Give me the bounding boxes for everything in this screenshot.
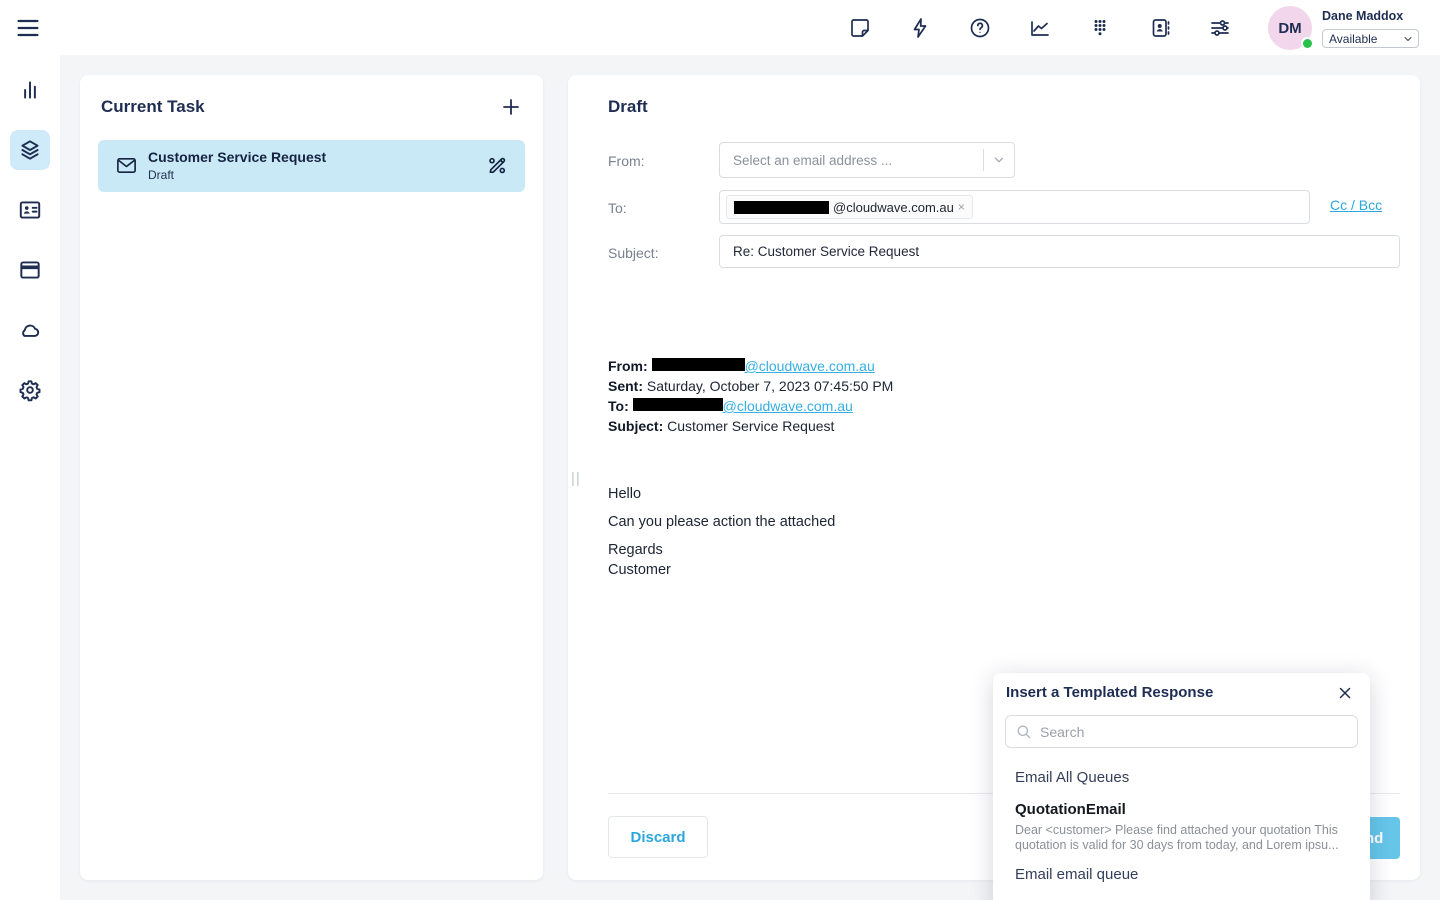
left-nav-rail	[0, 55, 60, 900]
status-dot	[1301, 37, 1314, 50]
search-icon	[1015, 723, 1032, 740]
from-label: From:	[608, 153, 645, 169]
nav-cloud-icon[interactable]	[10, 310, 50, 350]
panel-resize-handle[interactable]: ||	[571, 470, 581, 487]
nav-contact-card-icon[interactable]	[10, 190, 50, 230]
subject-value: Re: Customer Service Request	[733, 244, 919, 259]
body-line: Hello	[608, 486, 641, 502]
discard-button[interactable]: Discard	[608, 816, 708, 858]
to-label: To:	[608, 200, 627, 216]
contacts-book-icon[interactable]	[1142, 10, 1178, 46]
from-placeholder: Select an email address ...	[720, 153, 983, 168]
top-bar: DM Dane Maddox Available	[0, 0, 1440, 55]
quoted-to-line: To: @cloudwave.com.au	[608, 398, 853, 414]
templated-response-popup: Insert a Templated Response Email All Qu…	[993, 673, 1370, 900]
body-line: Can you please action the attached	[608, 514, 835, 530]
chevron-down-icon	[984, 153, 1014, 167]
help-icon[interactable]	[962, 10, 998, 46]
nav-window-icon[interactable]	[10, 250, 50, 290]
menu-hamburger-icon[interactable]	[14, 12, 46, 44]
chevron-down-icon	[1402, 33, 1414, 45]
template-search-input[interactable]	[1040, 724, 1357, 740]
nav-tasks-layers-icon[interactable]	[10, 130, 50, 170]
email-envelope-icon	[115, 154, 138, 182]
chip-remove-icon[interactable]: ×	[958, 200, 965, 214]
nav-settings-gear-icon[interactable]	[10, 370, 50, 410]
redacted-text	[734, 201, 829, 214]
from-address-select[interactable]: Select an email address ...	[719, 142, 1015, 178]
add-task-plus-icon[interactable]	[497, 94, 525, 122]
body-line: Regards	[608, 542, 663, 558]
task-card-customer-service-request[interactable]: Customer Service Request Draft	[98, 140, 525, 192]
avatar-initials: DM	[1278, 20, 1301, 37]
quoted-from-link[interactable]: @cloudwave.com.au	[745, 358, 875, 374]
close-icon[interactable]	[1332, 681, 1358, 707]
task-title: Customer Service Request	[148, 149, 326, 165]
quoted-to-link[interactable]: @cloudwave.com.au	[723, 398, 853, 414]
recipient-domain: @cloudwave.com.au	[833, 200, 954, 215]
template-item-email-email-queue[interactable]: Email email queue	[1015, 866, 1138, 883]
quoted-subject-line: Subject: Customer Service Request	[608, 418, 834, 434]
compose-pen-icon	[486, 154, 509, 182]
subject-input[interactable]: Re: Customer Service Request	[719, 235, 1400, 268]
current-task-title: Current Task	[101, 97, 205, 117]
status-value: Available	[1329, 32, 1377, 46]
to-recipients-input[interactable]: @cloudwave.com.au ×	[719, 190, 1310, 224]
body-line: Customer	[608, 562, 671, 578]
template-item-email-all-queues[interactable]: Email All Queues	[1015, 769, 1129, 786]
quoted-from-line: From: @cloudwave.com.au	[608, 358, 875, 374]
template-search-box	[1005, 715, 1358, 748]
redacted-text	[652, 358, 745, 371]
popup-title: Insert a Templated Response	[1006, 684, 1213, 701]
template-item-quotation-email[interactable]: QuotationEmail	[1015, 801, 1126, 818]
nav-analytics-icon[interactable]	[10, 70, 50, 110]
task-subtitle: Draft	[148, 168, 174, 182]
cc-bcc-link[interactable]: Cc / Bcc	[1330, 197, 1382, 213]
settings-sliders-icon[interactable]	[1202, 10, 1238, 46]
redacted-text	[633, 398, 723, 411]
template-preview-text[interactable]: Dear <customer> Please find attached you…	[1015, 823, 1350, 853]
avatar[interactable]: DM	[1268, 6, 1312, 50]
quoted-sent-line: Sent: Saturday, October 7, 2023 07:45:50…	[608, 378, 893, 394]
note-icon[interactable]	[842, 10, 878, 46]
status-select[interactable]: Available	[1322, 29, 1419, 48]
dialpad-icon[interactable]	[1082, 10, 1118, 46]
subject-label: Subject:	[608, 245, 659, 261]
lightning-icon[interactable]	[902, 10, 938, 46]
user-name: Dane Maddox	[1322, 9, 1403, 23]
current-task-panel: Current Task Customer Service Request Dr…	[80, 75, 543, 880]
recipient-chip: @cloudwave.com.au ×	[726, 195, 973, 219]
draft-heading: Draft	[608, 97, 648, 117]
performance-chart-icon[interactable]	[1022, 10, 1058, 46]
